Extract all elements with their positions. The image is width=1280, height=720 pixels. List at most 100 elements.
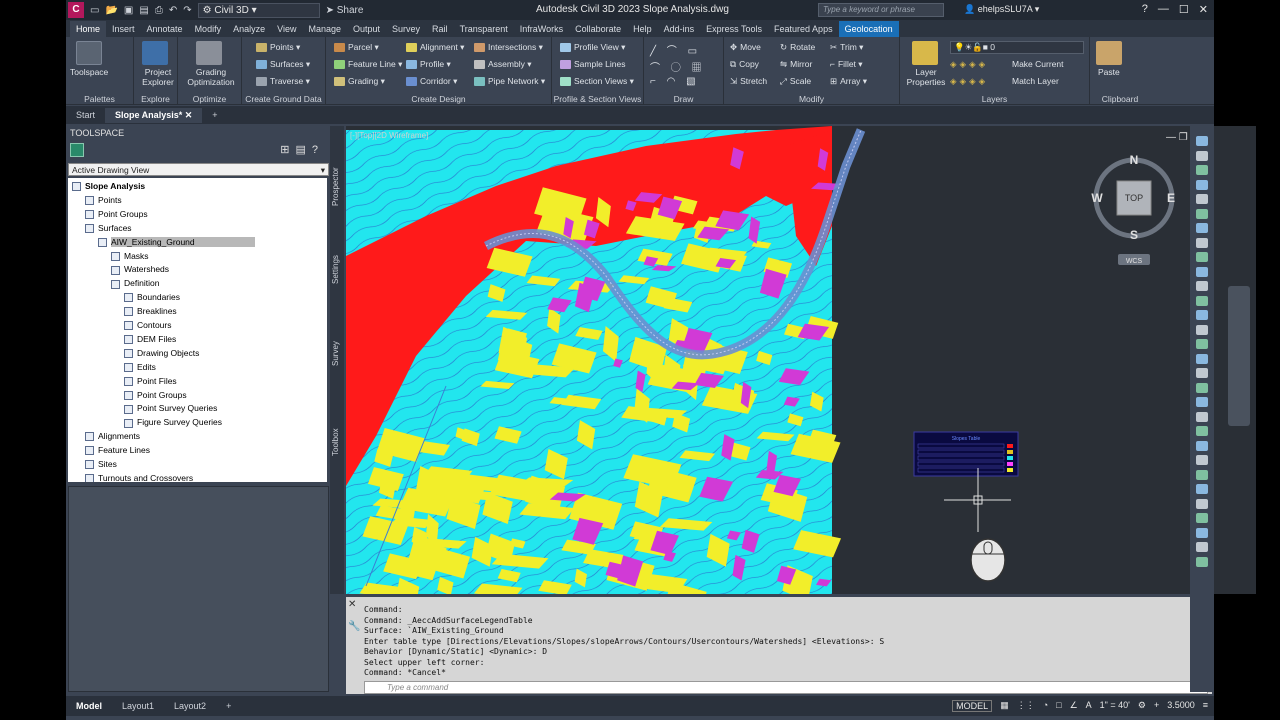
tree-item[interactable]: Point Groups <box>85 208 148 221</box>
layer-tools-row1[interactable]: ◈◈◈◈ <box>950 59 988 70</box>
compass-east[interactable]: E <box>1167 191 1175 205</box>
tool-icon[interactable] <box>1196 150 1208 161</box>
viewport-label[interactable]: [-][Top][2D Wireframe] <box>350 131 428 140</box>
search-input[interactable]: Type a keyword or phrase <box>818 3 944 17</box>
tree-item[interactable]: Alignments <box>85 430 140 443</box>
tool-icon[interactable] <box>1196 556 1208 567</box>
tool-icon[interactable] <box>1196 368 1208 378</box>
move-button[interactable]: ✥ Move <box>730 42 761 53</box>
tool-icon[interactable] <box>1196 266 1208 277</box>
annotation-scale[interactable]: 1" = 40' <box>1100 700 1130 712</box>
tool-icon[interactable] <box>1196 397 1208 407</box>
polar-icon[interactable]: ◔ <box>1043 700 1048 712</box>
tab-manage[interactable]: Manage <box>302 21 347 37</box>
tool-icon[interactable] <box>1196 426 1208 436</box>
share-button[interactable]: ➤ Share <box>326 5 364 16</box>
tool-icon[interactable] <box>1196 440 1208 451</box>
tool-icon[interactable] <box>1196 411 1208 422</box>
tab-survey[interactable]: Survey <box>386 21 426 37</box>
tree-item[interactable]: Definition <box>111 277 159 290</box>
tree-item[interactable]: Masks <box>111 250 149 263</box>
stretch-button[interactable]: ⇲ Stretch <box>730 76 767 87</box>
tool-icon[interactable] <box>1196 194 1208 204</box>
tool-icon[interactable] <box>1196 542 1208 552</box>
toolspace-button[interactable]: Toolspace <box>70 67 108 77</box>
grid-icon[interactable]: ▦ <box>1000 700 1009 712</box>
points-button[interactable]: Points ▾ <box>256 42 300 53</box>
tool-icon[interactable] <box>1196 252 1208 262</box>
parcel-button[interactable]: Parcel ▾ <box>334 42 379 53</box>
model-space-toggle[interactable]: MODEL <box>952 700 993 712</box>
tree-item[interactable]: Sites <box>85 458 117 471</box>
tab-featured-apps[interactable]: Featured Apps <box>768 21 839 37</box>
mirror-button[interactable]: ⇋ Mirror <box>780 59 812 70</box>
doc-tab-slope-analysis[interactable]: Slope Analysis* ✕ <box>105 107 203 123</box>
tab-layout2[interactable]: Layout2 <box>164 699 216 713</box>
new-icon[interactable]: ▭ <box>90 5 99 16</box>
hatch-tools[interactable]: ⌐ ◠ ▧ <box>650 76 700 87</box>
command-customize-icon[interactable]: 🔧 <box>348 621 360 632</box>
line-tools[interactable]: ╱ ⌒ ▭ <box>650 42 701 57</box>
corridor-button[interactable]: Corridor ▾ <box>406 76 457 87</box>
doc-tab-start[interactable]: Start <box>66 108 105 122</box>
tree-item[interactable]: Watersheds <box>111 263 169 276</box>
surfaces-button[interactable]: Surfaces ▾ <box>256 59 310 70</box>
tab-view[interactable]: View <box>271 21 302 37</box>
save-icon[interactable]: ▣ <box>124 5 133 16</box>
alignment-button[interactable]: Alignment ▾ <box>406 42 464 53</box>
new-tab-button[interactable]: + <box>202 108 227 122</box>
open-icon[interactable]: 📂 <box>105 5 117 16</box>
traverse-button[interactable]: Traverse ▾ <box>256 76 310 87</box>
tool-icon[interactable] <box>1196 136 1208 146</box>
polyline-tools[interactable]: ⌒ ◯ ▦ <box>650 59 706 74</box>
otrack-icon[interactable]: ∠ <box>1070 700 1078 712</box>
drawing-canvas[interactable]: [-][Top][2D Wireframe] TOP N S E W WCS S… <box>346 126 1256 615</box>
tree-item[interactable]: Feature Lines <box>85 444 150 457</box>
profile-view-button[interactable]: Profile View ▾ <box>560 42 625 53</box>
osnap-icon[interactable]: □ <box>1056 700 1061 712</box>
maximize-icon[interactable]: ☐ <box>1179 3 1189 16</box>
tab-settings[interactable]: Settings <box>331 255 340 284</box>
array-button[interactable]: ⊞ Array ▾ <box>830 76 867 87</box>
close-icon[interactable]: ✕ <box>1199 3 1208 16</box>
user-account[interactable]: 👤 ehelpsSLU7A ▾ <box>964 4 1039 15</box>
tool-icon[interactable] <box>1196 498 1208 509</box>
grading-button[interactable]: Grading ▾ <box>334 76 385 87</box>
minimize-icon[interactable]: — <box>1158 3 1169 16</box>
elevation-value[interactable]: 3.5000 <box>1167 700 1195 712</box>
toolspace-icon[interactable] <box>76 41 102 65</box>
toolspace-options[interactable]: ⊞▤? <box>280 143 324 156</box>
tree-item[interactable]: Edits <box>124 361 156 374</box>
tab-express-tools[interactable]: Express Tools <box>700 21 768 37</box>
tab-modify[interactable]: Modify <box>189 21 228 37</box>
project-explorer-icon[interactable] <box>142 41 168 65</box>
tab-annotate[interactable]: Annotate <box>141 21 189 37</box>
tab-survey[interactable]: Survey <box>331 341 340 366</box>
view-dropdown[interactable]: Active Drawing View ▾ <box>68 163 329 176</box>
tool-icon[interactable] <box>1196 310 1208 320</box>
tab-infraworks[interactable]: InfraWorks <box>514 21 569 37</box>
tab-analyze[interactable]: Analyze <box>227 21 271 37</box>
tree-item[interactable]: Drawing Objects <box>124 347 199 360</box>
tool-icon[interactable] <box>1196 223 1208 233</box>
command-input[interactable]: Type a command <box>364 681 1208 694</box>
tool-icon[interactable] <box>1196 324 1208 335</box>
assembly-button[interactable]: Assembly ▾ <box>474 59 531 70</box>
tab-model[interactable]: Model <box>66 699 112 713</box>
tool-icon[interactable] <box>1196 339 1208 349</box>
trim-button[interactable]: ✂ Trim ▾ <box>830 42 863 53</box>
command-window[interactable]: ✕ 🔧 Command: Command: _AeccAddSurfaceLege… <box>346 597 1212 694</box>
tab-home[interactable]: Home <box>70 21 107 37</box>
tab-rail[interactable]: Rail <box>426 21 454 37</box>
layer-properties-button[interactable]: Layer Properties <box>904 67 948 87</box>
tab-output[interactable]: Output <box>347 21 386 37</box>
grading-optimization-button[interactable]: Grading Optimization <box>182 67 240 87</box>
compass-south[interactable]: S <box>1130 228 1138 242</box>
tree-item[interactable]: Point Groups <box>124 389 187 402</box>
tab-geolocation[interactable]: Geolocation <box>838 21 899 37</box>
plot-icon[interactable]: ⎙ <box>155 5 163 16</box>
tab-add-ins[interactable]: Add-ins <box>658 21 701 37</box>
prospector-icon[interactable] <box>70 143 84 157</box>
copy-button[interactable]: ⧉ Copy <box>730 59 759 70</box>
tree-item[interactable]: Figure Survey Queries <box>124 416 222 429</box>
